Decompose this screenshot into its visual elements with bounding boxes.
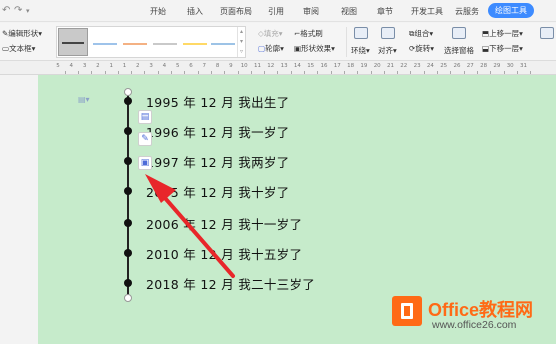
office26-logo — [392, 296, 422, 326]
watermark-url: www.office26.com — [432, 319, 517, 331]
red-pointer-arrow — [145, 174, 235, 278]
